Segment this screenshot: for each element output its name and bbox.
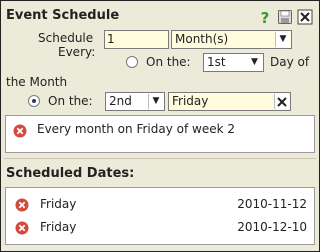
scheduled-date: 2010-11-12: [237, 197, 307, 211]
week-select[interactable]: 2nd ▼: [105, 92, 165, 111]
summary-text: Every month on Friday of week 2: [37, 122, 235, 136]
scheduled-date: 2010-12-10: [237, 220, 307, 234]
weekday-select-value: Friday: [172, 94, 209, 108]
radio-weekday-of-month[interactable]: [28, 95, 40, 107]
delete-icon[interactable]: [13, 219, 30, 236]
help-icon[interactable]: ?: [256, 8, 273, 25]
clear-icon[interactable]: [274, 94, 289, 109]
panel-title: Event Schedule: [6, 8, 120, 23]
schedule-summary: Every month on Friday of week 2: [5, 115, 315, 153]
close-icon[interactable]: [296, 8, 313, 25]
option-day-suffix: Day of: [270, 55, 310, 69]
period-select[interactable]: Month(s) ▼: [171, 30, 292, 49]
weekday-select[interactable]: Friday: [168, 92, 291, 111]
schedule-label-line1: Schedule: [38, 31, 94, 45]
chevron-down-icon[interactable]: ▼: [275, 32, 290, 47]
option-weekday-label: On the:: [48, 94, 93, 108]
day-select-value: 1st: [207, 55, 226, 69]
scheduled-day: Friday: [40, 220, 77, 234]
interval-input[interactable]: 1: [104, 30, 169, 49]
save-icon[interactable]: [276, 8, 293, 25]
delete-icon[interactable]: [11, 122, 28, 139]
delete-icon[interactable]: [13, 196, 30, 213]
week-select-value: 2nd: [109, 94, 132, 108]
schedule-label-line2: Every:: [58, 45, 96, 59]
period-select-value: Month(s): [175, 32, 229, 46]
panel-toolbar: ?: [256, 8, 313, 25]
chevron-down-icon[interactable]: ▼: [148, 94, 163, 109]
option-day-suffix-2: the Month: [6, 75, 68, 89]
divider: [4, 158, 316, 159]
day-select[interactable]: 1st ▼: [203, 53, 264, 72]
scheduled-dates-list: Friday 2010-11-12 Friday 2010-12-10: [5, 187, 315, 245]
radio-day-of-month[interactable]: [126, 56, 138, 68]
list-item: Friday 2010-11-12: [6, 195, 314, 215]
svg-text:?: ?: [260, 9, 269, 25]
option-day-label: On the:: [146, 55, 191, 69]
event-schedule-panel: Event Schedule ? Schedule Every: 1 Month…: [0, 0, 320, 252]
list-item: Friday 2010-12-10: [6, 218, 314, 238]
scheduled-dates-heading: Scheduled Dates:: [6, 166, 135, 181]
scheduled-day: Friday: [40, 197, 77, 211]
chevron-down-icon[interactable]: ▼: [247, 55, 262, 70]
